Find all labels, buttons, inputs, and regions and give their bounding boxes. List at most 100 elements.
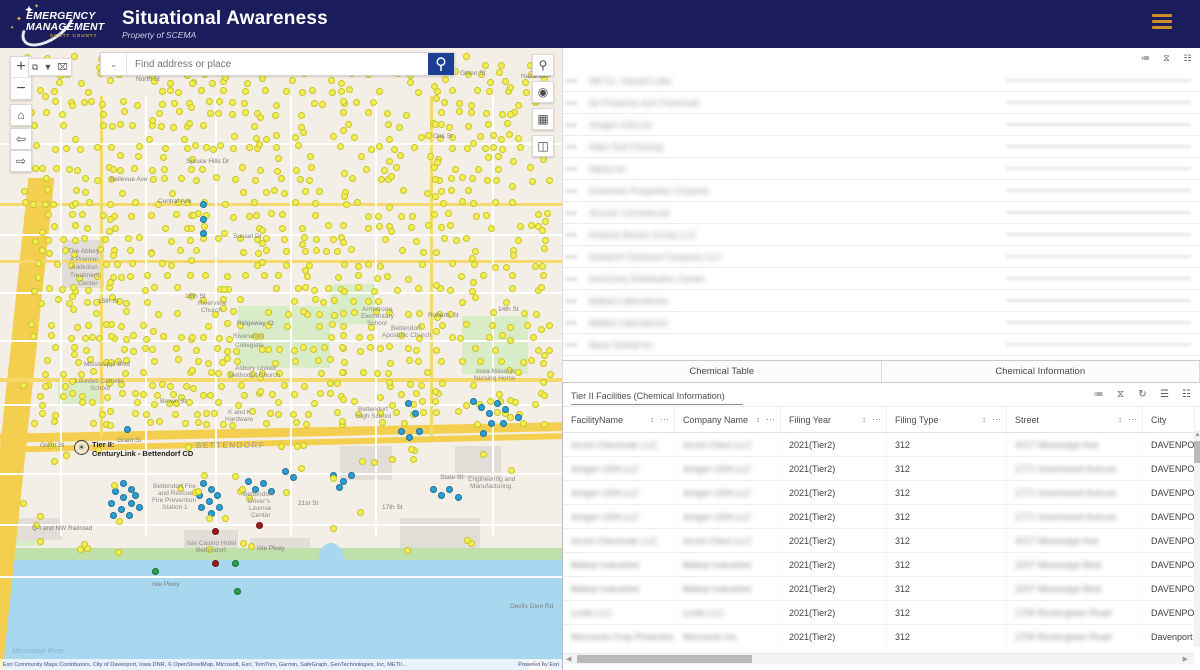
map-facility-point[interactable]	[81, 334, 89, 342]
map-facility-point[interactable]	[121, 345, 129, 353]
map-facility-point[interactable]	[339, 109, 347, 117]
map-facility-point[interactable]	[148, 117, 156, 125]
map-facility-point[interactable]	[498, 110, 506, 118]
map-facility-point[interactable]	[455, 100, 463, 108]
map-facility-point[interactable]	[416, 428, 423, 435]
map-facility-point[interactable]	[316, 310, 324, 318]
map-facility-point[interactable]	[231, 473, 239, 481]
map-facility-point[interactable]	[528, 177, 536, 185]
map-facility-point[interactable]	[385, 343, 393, 351]
map-facility-point[interactable]	[186, 119, 194, 127]
map-facility-point[interactable]	[89, 398, 97, 406]
map-facility-point[interactable]	[206, 109, 214, 117]
map-facility-point[interactable]	[290, 474, 297, 481]
list-item[interactable]: Allen Tool Flooring	[563, 136, 1200, 158]
map-facility-point[interactable]	[189, 385, 197, 393]
map-facility-point[interactable]	[492, 177, 500, 185]
grid-column-header[interactable]: Filing Type ↕ ⋯	[887, 407, 1007, 432]
map-facility-point[interactable]	[298, 464, 306, 472]
map-facility-point[interactable]	[520, 358, 528, 366]
filter-icon[interactable]: ⧖	[1113, 387, 1128, 402]
search-button[interactable]: ⚲	[428, 53, 454, 75]
map-facility-point[interactable]	[274, 167, 282, 175]
map-facility-point[interactable]	[375, 212, 383, 220]
grid-body[interactable]: Acme Chemicals LLC Acme Chem LLC 2021(Tier…	[563, 433, 1200, 647]
map-facility-point[interactable]	[393, 286, 401, 294]
map-facility-point[interactable]	[448, 86, 456, 94]
map-facility-point[interactable]	[390, 145, 398, 153]
map-facility-point[interactable]	[215, 334, 223, 342]
map-facility-point[interactable]	[200, 471, 208, 479]
map-facility-point[interactable]	[134, 398, 142, 406]
map-facility-point[interactable]	[80, 540, 88, 548]
map-facility-point[interactable]	[210, 145, 218, 153]
grid-view-icon[interactable]: ☷	[1181, 52, 1194, 65]
map-facility-point[interactable]	[128, 260, 136, 268]
map-facility-point[interactable]	[214, 492, 221, 499]
map-facility-point[interactable]	[262, 419, 270, 427]
map-facility-point[interactable]	[45, 249, 53, 257]
map-facility-point[interactable]	[538, 262, 546, 270]
map-facility-point[interactable]	[155, 109, 163, 117]
map-facility-point[interactable]	[299, 307, 307, 315]
map-facility-point[interactable]	[102, 260, 110, 268]
map-facility-point[interactable]	[491, 198, 499, 206]
map-facility-point[interactable]	[78, 398, 86, 406]
map-facility-point[interactable]	[492, 263, 500, 271]
previous-extent-button[interactable]: ⇦	[10, 128, 32, 150]
map-facility-point[interactable]	[192, 246, 200, 254]
map-facility-point[interactable]	[282, 468, 289, 475]
map-facility-point[interactable]	[258, 239, 266, 247]
map-facility-point[interactable]	[498, 145, 506, 153]
map-facility-point[interactable]	[176, 246, 184, 254]
map-facility-point[interactable]	[496, 390, 504, 398]
tab-chemical-information[interactable]: Chemical Information	[881, 361, 1200, 382]
facility-list-panel[interactable]: ≔ ⧖ ☷ 3M Co, Hazard Labs Air Products and…	[562, 48, 1200, 361]
map-facility-point[interactable]	[163, 272, 171, 280]
map-facility-point[interactable]	[256, 167, 264, 175]
map-pane[interactable]: ☀ Tier II: CenturyLink - Bettendorf CD N…	[0, 48, 562, 670]
map-facility-point[interactable]	[200, 216, 207, 223]
map-facility-point[interactable]	[336, 484, 343, 491]
map-facility-point[interactable]	[407, 445, 415, 453]
map-facility-point[interactable]	[329, 132, 337, 140]
map-facility-point[interactable]	[252, 176, 260, 184]
map-facility-point[interactable]	[427, 152, 435, 160]
map-facility-point[interactable]	[280, 236, 288, 244]
map-facility-point[interactable]	[195, 357, 203, 365]
map-facility-point[interactable]	[302, 247, 310, 255]
map-facility-point[interactable]	[301, 283, 309, 291]
map-facility-point[interactable]	[132, 492, 139, 499]
map-facility-point[interactable]	[128, 500, 135, 507]
map-facility-point[interactable]	[485, 121, 492, 129]
map-facility-point[interactable]	[495, 68, 503, 76]
map-facility-point[interactable]	[132, 409, 139, 417]
map-facility-point[interactable]	[385, 379, 393, 387]
map-facility-point[interactable]	[534, 210, 542, 218]
map-facility-point[interactable]	[350, 309, 358, 317]
map-facility-point[interactable]	[448, 145, 456, 153]
map-facility-point[interactable]	[142, 411, 150, 419]
map-facility-point[interactable]	[281, 381, 289, 389]
map-facility-point[interactable]	[419, 248, 427, 256]
map-facility-point[interactable]	[432, 175, 440, 183]
map-facility-point[interactable]	[208, 79, 216, 87]
grid-column-header[interactable]: Company Name ↕ ⋯	[675, 407, 781, 432]
map-facility-point[interactable]	[529, 334, 537, 342]
map-facility-point[interactable]	[387, 173, 395, 181]
map-facility-point[interactable]	[108, 500, 115, 507]
map-facility-point[interactable]	[197, 86, 205, 94]
map-facility-point[interactable]	[412, 390, 420, 398]
map-facility-point[interactable]	[200, 230, 207, 237]
map-facility-point[interactable]	[415, 309, 423, 317]
map-facility-point[interactable]	[110, 482, 118, 490]
map-facility-point[interactable]	[464, 536, 471, 544]
map-facility-point[interactable]	[444, 210, 452, 218]
map-facility-point[interactable]	[237, 381, 245, 389]
map-facility-point[interactable]	[234, 588, 241, 595]
map-facility-point[interactable]	[188, 103, 195, 111]
map-facility-point[interactable]	[264, 308, 272, 316]
map-facility-point[interactable]	[68, 334, 76, 342]
list-item[interactable]: Barry Global Inc	[563, 334, 1200, 356]
sketch-tool-group[interactable]: ⧉ ▼ ⌧	[28, 58, 72, 76]
